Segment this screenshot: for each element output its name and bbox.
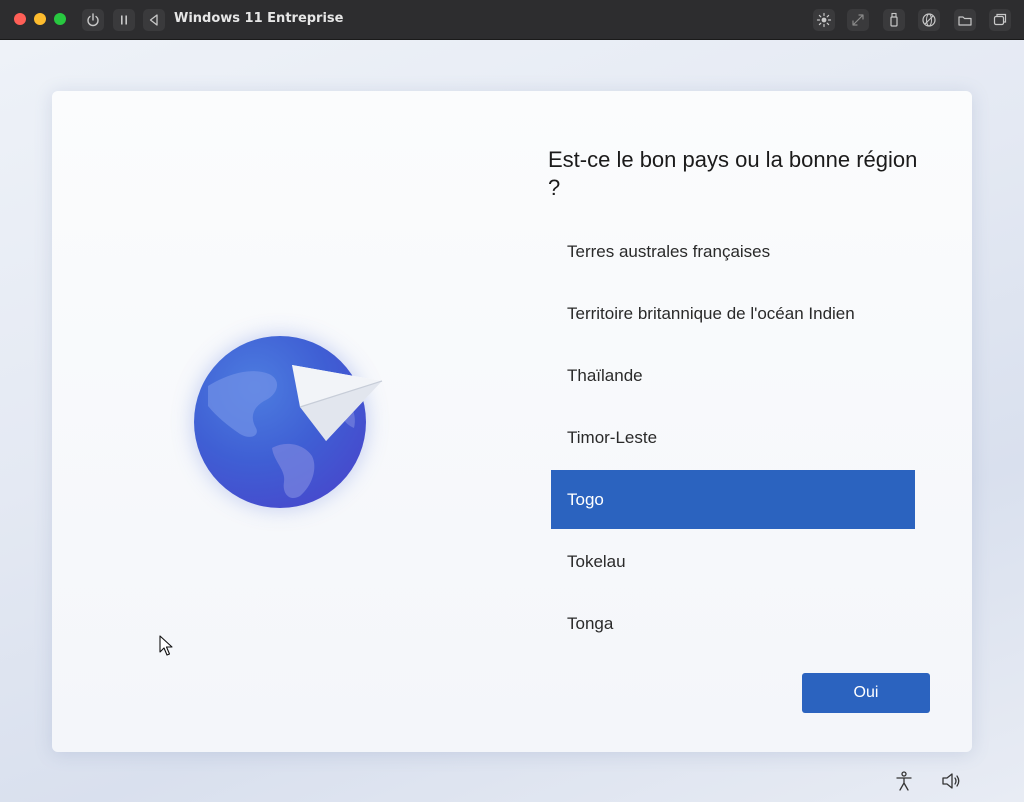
- region-item[interactable]: Tokelau: [551, 532, 915, 591]
- network-icon[interactable]: [918, 9, 940, 31]
- region-item[interactable]: Timor-Leste: [551, 408, 915, 467]
- paper-plane-icon: [292, 365, 383, 441]
- region-item[interactable]: Terres australes françaises: [551, 222, 915, 281]
- volume-icon[interactable]: [940, 770, 962, 797]
- vm-screen: Est-ce le bon pays ou la bonne région ? …: [0, 40, 1024, 802]
- mouse-cursor-icon: [159, 635, 173, 656]
- confirm-button[interactable]: Oui: [802, 673, 930, 713]
- windows-icon[interactable]: [989, 9, 1011, 31]
- pause-icon[interactable]: [113, 9, 135, 31]
- usb-icon[interactable]: [883, 9, 905, 31]
- back-icon[interactable]: [143, 9, 165, 31]
- region-item[interactable]: Territoire britannique de l'océan Indien: [551, 284, 915, 343]
- brightness-icon[interactable]: [813, 9, 835, 31]
- region-item-selected[interactable]: Togo: [551, 470, 915, 529]
- page-title: Est-ce le bon pays ou la bonne région ?: [548, 147, 918, 200]
- close-window-button[interactable]: [14, 13, 26, 25]
- region-list[interactable]: Terres australes françaises Territoire b…: [551, 222, 915, 656]
- vm-titlebar: Windows 11 Entreprise: [0, 0, 1024, 40]
- power-icon[interactable]: [82, 9, 104, 31]
- resize-icon[interactable]: [847, 9, 869, 31]
- oobe-dialog: Est-ce le bon pays ou la bonne région ? …: [52, 91, 972, 752]
- window-title: Windows 11 Entreprise: [174, 11, 344, 26]
- region-item[interactable]: Tonga: [551, 594, 915, 653]
- region-item[interactable]: Thaïlande: [551, 346, 915, 405]
- zoom-window-button[interactable]: [54, 13, 66, 25]
- folder-icon[interactable]: [954, 9, 976, 31]
- minimize-window-button[interactable]: [34, 13, 46, 25]
- accessibility-icon[interactable]: [893, 770, 915, 797]
